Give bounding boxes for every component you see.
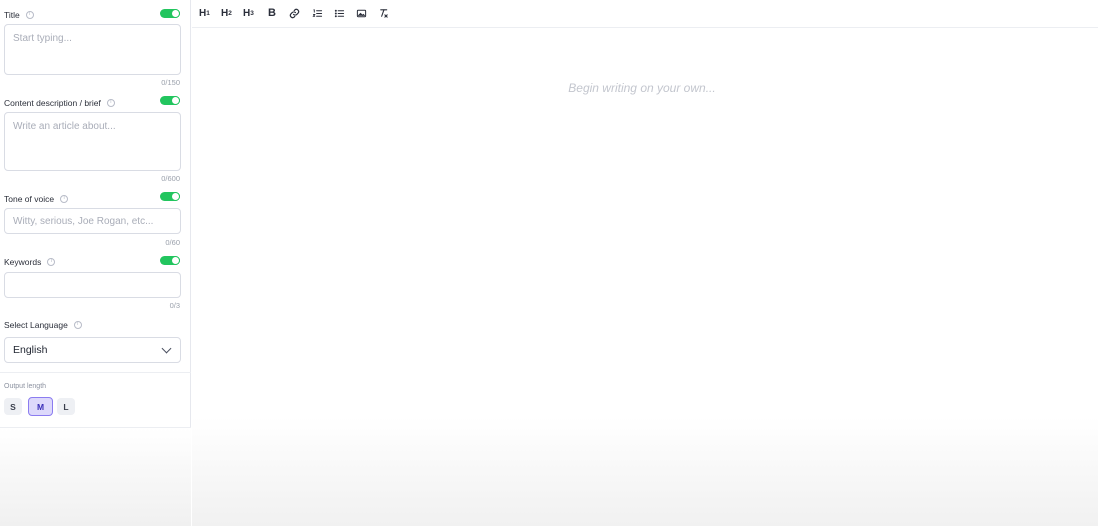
sidebar-footer-area	[0, 428, 191, 526]
keywords-input[interactable]	[4, 272, 181, 298]
link-button[interactable]	[288, 6, 300, 20]
heading-3-level: 3	[250, 9, 254, 17]
tone-input[interactable]: Witty, serious, Joe Rogan, etc...	[4, 208, 181, 234]
bullet-list-icon	[334, 9, 344, 17]
info-icon[interactable]: i	[47, 258, 56, 266]
image-button[interactable]	[355, 6, 367, 20]
heading-2-letter: H	[221, 7, 229, 19]
section-divider	[0, 372, 191, 373]
title-label: Title i	[4, 10, 34, 20]
title-counter: 0/150	[161, 78, 180, 87]
ordered-list-icon	[311, 8, 322, 17]
language-label: Select Language i	[4, 320, 82, 330]
heading-1-button[interactable]: H1	[199, 6, 210, 20]
title-input[interactable]: Start typing...	[4, 24, 181, 75]
toggle-knob	[171, 96, 180, 105]
image-icon	[356, 9, 366, 17]
language-label-text: Select Language	[4, 320, 68, 330]
editor-placeholder: Begin writing on your own...	[568, 81, 716, 95]
description-input[interactable]: Write an article about...	[4, 112, 181, 171]
heading-3-button[interactable]: H3	[243, 6, 254, 20]
keywords-counter: 0/3	[169, 301, 180, 310]
size-s-button[interactable]: S	[4, 398, 22, 415]
link-icon	[289, 8, 299, 18]
tone-label: Tone of voice i	[4, 194, 69, 204]
title-toggle[interactable]	[160, 9, 180, 18]
toggle-knob	[171, 192, 180, 201]
language-select[interactable]: English	[4, 337, 181, 363]
keywords-label: Keywords i	[4, 257, 56, 267]
editor-toolbar: H1 H2 H3 B	[192, 0, 1098, 28]
chevron-down-icon	[161, 343, 172, 353]
heading-3-letter: H	[243, 7, 251, 19]
toggle-knob	[171, 256, 180, 265]
description-label: Content description / brief i	[4, 98, 115, 108]
tone-label-text: Tone of voice	[4, 194, 55, 204]
editor-area[interactable]: Begin writing on your own...	[192, 29, 1098, 526]
bullet-list-button[interactable]	[333, 6, 345, 20]
heading-1-letter: H	[199, 7, 207, 19]
size-l-button[interactable]: L	[57, 398, 75, 415]
heading-1-level: 1	[206, 9, 210, 17]
info-icon[interactable]: i	[60, 195, 69, 203]
bold-button[interactable]: B	[268, 6, 276, 20]
info-icon[interactable]: i	[25, 11, 34, 19]
ordered-list-button[interactable]	[311, 6, 323, 20]
clear-format-button[interactable]	[377, 6, 389, 20]
info-icon[interactable]: i	[73, 321, 82, 329]
description-label-text: Content description / brief	[4, 98, 101, 108]
description-toggle[interactable]	[160, 96, 180, 105]
description-counter: 0/600	[161, 174, 180, 183]
heading-2-button[interactable]: H2	[221, 6, 232, 20]
tone-counter: 0/60	[165, 238, 180, 247]
keywords-label-text: Keywords	[4, 257, 42, 267]
output-length-label: Output length	[4, 383, 47, 390]
clear-format-icon	[379, 8, 388, 18]
info-icon[interactable]: i	[106, 99, 115, 107]
tone-toggle[interactable]	[160, 192, 180, 201]
description-placeholder: Write an article about...	[13, 121, 116, 132]
keywords-toggle[interactable]	[160, 256, 180, 265]
tone-placeholder: Witty, serious, Joe Rogan, etc...	[13, 215, 154, 227]
title-label-text: Title	[4, 10, 20, 20]
title-placeholder: Start typing...	[13, 33, 72, 44]
heading-2-level: 2	[228, 9, 232, 17]
toggle-knob	[171, 9, 180, 18]
language-selected-value: English	[13, 344, 48, 356]
size-m-button[interactable]: M	[28, 397, 53, 416]
settings-sidebar: Title i Start typing... 0/150 Content de…	[0, 0, 191, 526]
